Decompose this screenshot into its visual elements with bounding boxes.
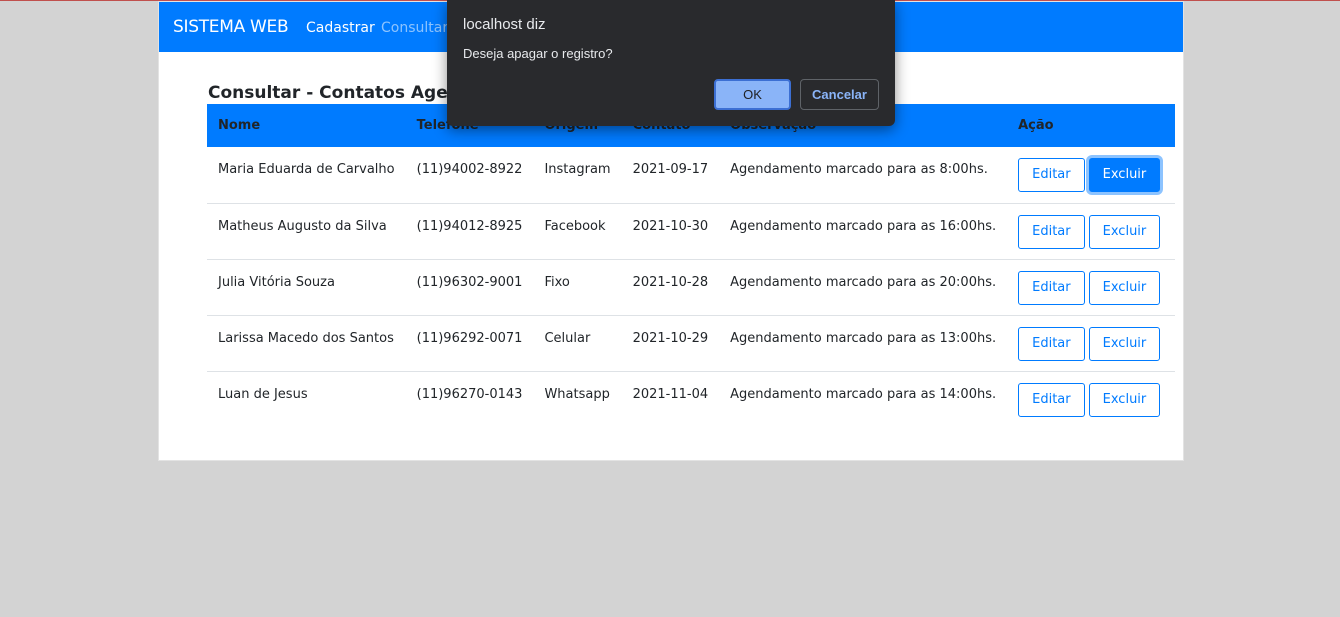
cell-nome: Maria Eduarda de Carvalho — [218, 162, 395, 177]
cell-origem: Celular — [544, 330, 591, 346]
cell-nome: Larissa Macedo dos Santos — [218, 330, 394, 346]
dialog-ok-button[interactable]: OK — [714, 79, 791, 110]
delete-button[interactable]: Excluir — [1088, 214, 1161, 249]
cell-acao: Editar Excluir — [1007, 203, 1175, 259]
cell-observacao: Agendamento marcado para as 13:00hs. — [730, 330, 997, 346]
cell-telefone: (11)96292-0071 — [416, 330, 523, 346]
cell-origem: Facebook — [544, 218, 606, 234]
cell-nome: Luan de Jesus — [218, 386, 308, 402]
cell-observacao: Agendamento marcado para as 14:00hs. — [730, 386, 997, 402]
cell-origem: Fixo — [544, 274, 570, 290]
dialog-cancel-button[interactable]: Cancelar — [800, 79, 879, 110]
cell-nome: Matheus Augusto da Silva — [218, 218, 387, 234]
edit-button[interactable]: Editar — [1018, 270, 1085, 305]
table-row: Luan de Jesus (11)96270-0143 Whatsapp 20… — [207, 371, 1175, 427]
table-row: Larissa Macedo dos Santos (11)96292-0071… — [207, 315, 1176, 371]
header-nome: Nome — [218, 118, 261, 133]
cell-acao: Editar Excluir — [1007, 315, 1175, 371]
cell-contato: 2021-10-30 — [632, 218, 709, 234]
cell-contato: 2021-10-28 — [632, 274, 709, 290]
cell-nome: Julia Vitória Souza — [218, 274, 335, 290]
dialog-message: Deseja apagar o registro? — [463, 46, 613, 61]
edit-button[interactable]: Editar — [1018, 382, 1085, 417]
cell-telefone: (11)94012-8925 — [416, 218, 523, 234]
nav-link-cadastrar[interactable]: Cadastrar — [306, 20, 375, 36]
edit-button[interactable]: Editar — [1018, 326, 1085, 361]
delete-button[interactable]: Excluir — [1088, 382, 1161, 417]
navbar-brand[interactable]: SISTEMA WEB — [173, 17, 289, 37]
delete-button[interactable]: Excluir — [1088, 326, 1161, 361]
dialog-title: localhost diz — [463, 16, 546, 33]
cell-acao: Editar Excluir — [1007, 259, 1175, 315]
cell-telefone: (11)96270-0143 — [416, 386, 523, 402]
cell-acao: Editar Excluir — [1007, 147, 1175, 203]
cell-contato: 2021-10-29 — [632, 330, 709, 346]
delete-button[interactable]: Excluir — [1088, 158, 1161, 192]
table-row: Matheus Augusto da Silva (11)94012-8925 … — [207, 203, 1176, 259]
table-row: Julia Vitória Souza (11)96302-9001 Fixo … — [207, 259, 1176, 315]
cell-contato: 2021-09-17 — [632, 162, 709, 177]
confirm-dialog: localhost diz Deseja apagar o registro? … — [447, 0, 895, 126]
delete-button[interactable]: Excluir — [1088, 270, 1161, 305]
cell-observacao: Agendamento marcado para as 8:00hs. — [730, 162, 988, 177]
cell-observacao: Agendamento marcado para as 16:00hs. — [730, 218, 997, 234]
cell-acao: Editar Excluir — [1007, 371, 1175, 427]
cell-telefone: (11)96302-9001 — [416, 274, 523, 290]
nav-link-consultar[interactable]: Consultar — [381, 20, 448, 36]
cell-observacao: Agendamento marcado para as 20:00hs. — [730, 274, 997, 290]
edit-button[interactable]: Editar — [1018, 158, 1085, 192]
cell-contato: 2021-11-04 — [632, 386, 709, 402]
table-row: Maria Eduarda de Carvalho (11)94002-8922… — [207, 147, 1176, 203]
header-acao: Ação — [1018, 118, 1054, 133]
cell-origem: Instagram — [544, 162, 611, 177]
cell-origem: Whatsapp — [544, 386, 610, 402]
cell-telefone: (11)94002-8922 — [416, 162, 523, 177]
contacts-table: Nome Telefone Origem Contato Observação … — [207, 104, 1176, 427]
edit-button[interactable]: Editar — [1018, 214, 1085, 249]
